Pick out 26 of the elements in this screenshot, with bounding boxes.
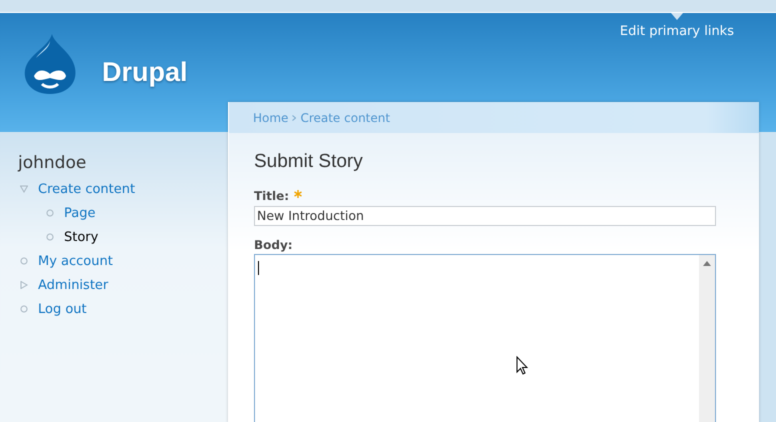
collapsed-triangle-icon[interactable] (20, 281, 28, 289)
breadcrumb-separator-icon (292, 114, 296, 120)
menu-link[interactable]: Administer (38, 278, 108, 292)
menu-link[interactable]: Story (64, 230, 98, 244)
breadcrumb-link[interactable]: Home (253, 110, 288, 124)
bullet-icon (46, 233, 54, 241)
edit-primary-links-link[interactable]: Edit primary links (620, 24, 734, 39)
mouse-pointer-icon (516, 356, 528, 374)
bullet-icon (46, 209, 54, 217)
menu-link[interactable]: Log out (38, 302, 87, 316)
scroll-up-icon[interactable] (703, 260, 711, 266)
field-label: Body: (254, 238, 293, 252)
menu-link[interactable]: My account (38, 254, 113, 268)
menu-link[interactable]: Page (64, 206, 96, 220)
bullet-icon (20, 305, 28, 313)
breadcrumb-link[interactable]: Create content (300, 110, 390, 124)
title-input-field[interactable]: New Introduction (254, 206, 716, 226)
menu-link[interactable]: Create content (38, 182, 136, 196)
scrollbar[interactable] (699, 254, 715, 422)
expanded-triangle-icon[interactable] (20, 185, 28, 193)
field-label: Title: (254, 189, 290, 203)
page-heading: Submit Story (254, 151, 364, 173)
site-name[interactable]: Drupal (102, 57, 188, 88)
text-caret-icon (258, 260, 259, 274)
username-heading: johndoe (18, 153, 88, 173)
bullet-icon (20, 257, 28, 265)
